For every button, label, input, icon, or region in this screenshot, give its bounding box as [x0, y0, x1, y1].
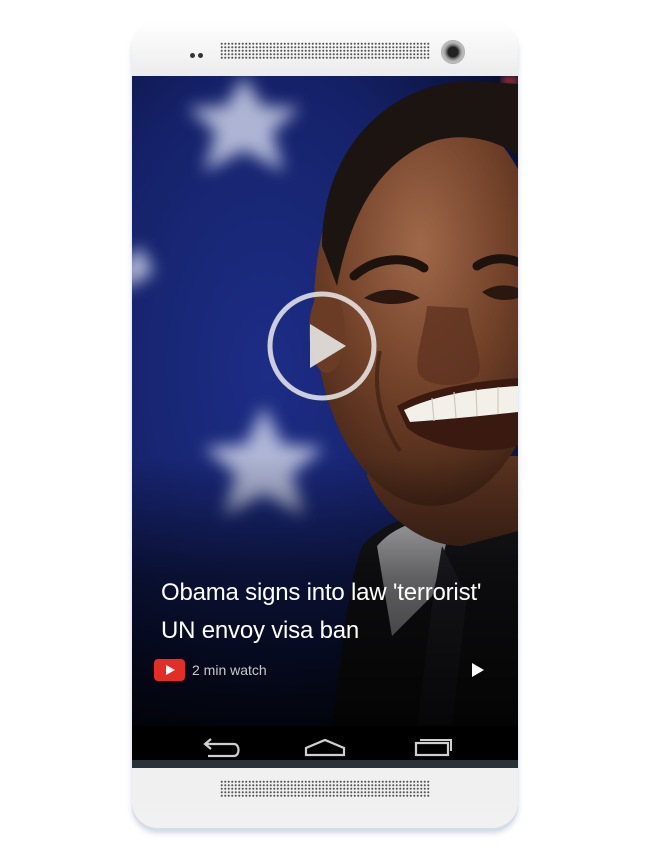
- headline-line-1: Obama signs into law 'terrorist': [161, 579, 482, 606]
- screen-bottom-edge: [132, 760, 518, 768]
- bottom-speaker-grille: [220, 780, 430, 798]
- sensor-dots: [190, 53, 208, 59]
- news-headline[interactable]: Obama signs into law 'terrorist' UN envo…: [161, 574, 501, 650]
- back-button[interactable]: [194, 732, 246, 762]
- front-camera: [441, 40, 465, 64]
- youtube-icon: [154, 659, 185, 681]
- recents-button[interactable]: [406, 732, 458, 762]
- phone-frame: Obama signs into law 'terrorist' UN envo…: [132, 22, 518, 828]
- headline-line-2: UN envoy visa ban: [161, 617, 360, 644]
- recents-icon: [414, 739, 452, 757]
- top-speaker-grille: [220, 42, 430, 60]
- phone-screen: Obama signs into law 'terrorist' UN envo…: [132, 76, 518, 768]
- home-icon: [304, 738, 346, 757]
- home-button[interactable]: [299, 732, 351, 762]
- play-circle-icon[interactable]: [266, 290, 378, 402]
- watch-duration: 2 min watch: [192, 662, 267, 678]
- back-icon: [203, 738, 240, 758]
- play-icon[interactable]: [466, 659, 488, 681]
- video-meta-row: 2 min watch: [154, 656, 498, 684]
